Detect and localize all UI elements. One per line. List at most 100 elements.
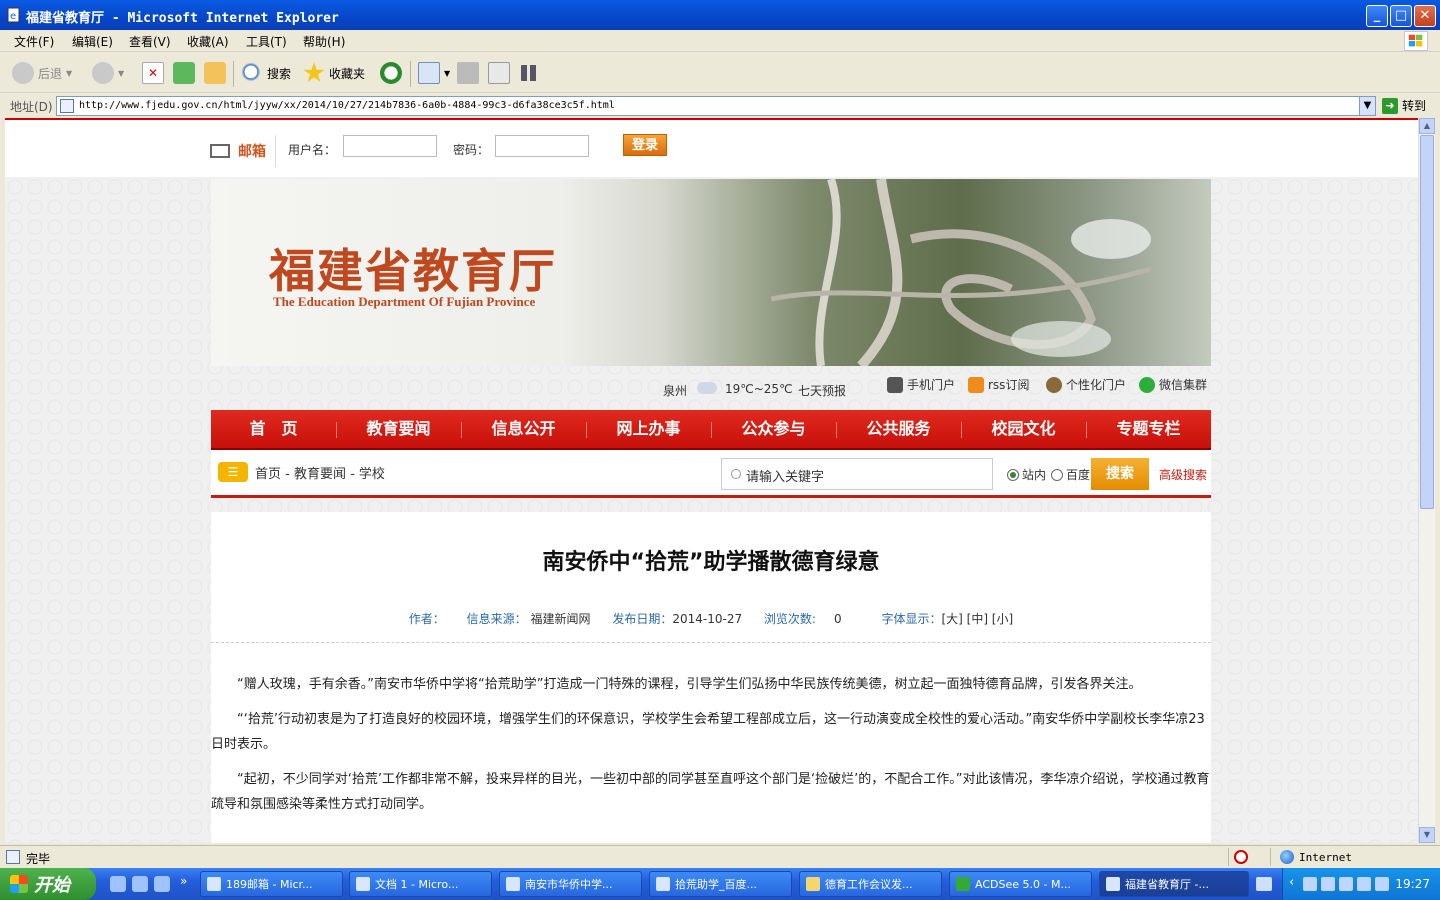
login-button[interactable]: 登录 [623, 134, 667, 156]
password-label: 密码： [453, 143, 490, 157]
edit-page-icon [488, 62, 510, 84]
minimize-button[interactable]: _ [1366, 5, 1388, 27]
task-acdsee[interactable]: ACDSee 5.0 - M... [949, 871, 1092, 897]
close-button[interactable]: ✕ [1414, 5, 1436, 27]
site-banner: 福建省教育厅 The Education Department Of Fujia… [211, 179, 1211, 366]
back-arrow-icon [12, 62, 34, 84]
nav-disclosure[interactable]: 信息公开 [461, 410, 586, 450]
back-dropdown-icon: ▼ [66, 68, 73, 78]
chevron-right-icon[interactable]: » [180, 874, 187, 888]
mail-link[interactable]: 邮箱 [238, 141, 266, 161]
address-input[interactable]: http://www.fjedu.gov.cn/html/jyyw/xx/201… [56, 96, 1376, 116]
wechat-link[interactable]: 微信集群 [1139, 376, 1207, 393]
radio-selected-icon [1007, 468, 1019, 481]
breadcrumb[interactable]: 首页 - 教育要闻 - 学校 [255, 463, 385, 482]
history-button[interactable] [380, 61, 402, 85]
network-icon[interactable] [1303, 877, 1317, 891]
scroll-up-icon[interactable]: ▲ [1419, 118, 1435, 134]
go-button[interactable]: ➜ 转到 [1382, 97, 1426, 114]
menu-view[interactable]: 查看(V) [129, 33, 171, 50]
search-scope-baidu[interactable]: 百度 [1051, 466, 1090, 483]
forecast-link[interactable]: 七天预报 [798, 382, 846, 399]
menu-help[interactable]: 帮助(H) [303, 33, 345, 50]
search-scope-site-label: 站内 [1022, 468, 1047, 482]
nav-special-topics[interactable]: 专题专栏 [1086, 410, 1211, 450]
print-button[interactable] [457, 61, 479, 85]
messenger-button[interactable] [521, 61, 537, 85]
maximize-button[interactable]: □ [1390, 5, 1412, 27]
page-viewport: 邮箱 用户名： 密码： 登录 福建省教育厅 The Education Depa… [5, 118, 1418, 843]
nav-home[interactable]: 首 页 [211, 410, 336, 450]
security-icon[interactable] [1339, 877, 1353, 891]
ie-icon [656, 877, 670, 891]
stop-button[interactable]: ✕ [142, 61, 164, 85]
search-placeholder: 请输入关键字 [746, 470, 825, 485]
zone-label: Internet [1299, 850, 1352, 864]
password-input[interactable] [495, 135, 589, 157]
svg-text:e: e [10, 11, 16, 22]
advanced-search-link[interactable]: 高级搜索 [1159, 466, 1207, 483]
mobile-portal-link[interactable]: 手机门户 [887, 376, 955, 393]
nav-participation[interactable]: 公众参与 [711, 410, 836, 450]
forward-arrow-icon [92, 62, 114, 84]
task-189-mail[interactable]: 189邮箱 - Micr... [200, 871, 343, 897]
info-bar: 泉州 19℃~25℃ 七天预报 手机门户 rss订阅 个性化门户 微信集群 [211, 370, 1211, 406]
desktop-quicklaunch-icon[interactable] [132, 876, 148, 892]
rss-link[interactable]: rss订阅 [968, 376, 1029, 393]
mail-button[interactable]: ▼ [418, 61, 450, 85]
menu-edit[interactable]: 编辑(E) [72, 33, 113, 50]
cloud-icon [697, 382, 717, 394]
edit-button[interactable] [488, 61, 510, 85]
views-label: 浏览次数: [763, 612, 816, 626]
ie-quicklaunch-icon[interactable] [110, 876, 126, 892]
tray-app-icon[interactable] [1375, 877, 1389, 891]
printer-icon [457, 62, 479, 84]
font-size-options[interactable]: [大] [中] [小] [941, 612, 1013, 626]
task-label: ACDSee 5.0 - M... [975, 877, 1071, 891]
search-submit-button[interactable]: 搜索 [1091, 458, 1149, 490]
input-method-icon[interactable] [1357, 877, 1371, 891]
paragraph: “‘拾荒’行动初衷是为了打造良好的校园环境，增强学生们的环保意识，学校学生会希望… [211, 712, 1205, 752]
search-scope-site[interactable]: 站内 [1007, 466, 1046, 483]
nav-online-services[interactable]: 网上办事 [586, 410, 711, 450]
scroll-down-icon[interactable]: ▼ [1419, 827, 1435, 843]
rss-label: rss订阅 [988, 378, 1030, 392]
nav-public-services[interactable]: 公共服务 [836, 410, 961, 450]
menu-tools[interactable]: 工具(T) [246, 33, 287, 50]
volume-icon[interactable] [1321, 877, 1335, 891]
personal-portal-link[interactable]: 个性化门户 [1046, 376, 1126, 393]
address-dropdown-icon[interactable]: ▼ [1359, 97, 1375, 115]
forward-button[interactable]: ▼ [92, 61, 124, 85]
wechat-label: 微信集群 [1159, 378, 1208, 392]
task-word-doc[interactable]: 文档 1 - Micro... [349, 871, 492, 897]
browser-quicklaunch-icon[interactable] [154, 876, 170, 892]
forward-dropdown-icon: ▼ [118, 68, 125, 78]
list-icon: ☰ [218, 462, 248, 482]
home-button[interactable] [204, 61, 226, 85]
back-button[interactable]: 后退 ▼ [12, 61, 72, 85]
search-input[interactable]: 请输入关键字 [721, 458, 993, 490]
address-label: 地址(D) [10, 100, 53, 114]
task-nanan-school[interactable]: 南安市华侨中学... [499, 871, 642, 897]
start-button[interactable]: 开始 [0, 868, 96, 900]
keyboard-icon[interactable] [1256, 877, 1272, 891]
search-button[interactable]: 搜索 [241, 61, 291, 85]
ie-page-icon: e [7, 7, 20, 23]
home-icon [204, 62, 226, 84]
nav-news[interactable]: 教育要闻 [336, 410, 461, 450]
title-bar: e 福建省教育厅 - Microsoft Internet Explorer _… [0, 0, 1440, 30]
username-input[interactable] [343, 135, 437, 157]
article-meta: 作者： 信息来源： 福建新闻网 发布日期：2014-10-27 浏览次数: 0 字… [211, 610, 1211, 627]
task-fjedu-active[interactable]: 福建省教育厅 -... [1099, 871, 1249, 897]
menu-favorites[interactable]: 收藏(A) [187, 33, 229, 50]
scroll-thumb[interactable] [1420, 135, 1434, 509]
nav-campus-culture[interactable]: 校园文化 [961, 410, 1086, 450]
menu-file[interactable]: 文件(F) [14, 33, 54, 50]
favorites-button[interactable]: 收藏夹 [303, 61, 365, 85]
refresh-button[interactable] [173, 61, 195, 85]
source-label: 信息来源： [466, 612, 527, 626]
task-folder[interactable]: 德育工作会议发... [799, 871, 942, 897]
chevron-left-icon[interactable]: ‹ [1289, 875, 1294, 890]
task-baidu[interactable]: 拾荒助学_百度... [649, 871, 792, 897]
vertical-scrollbar[interactable]: ▲ ▼ [1418, 118, 1435, 843]
